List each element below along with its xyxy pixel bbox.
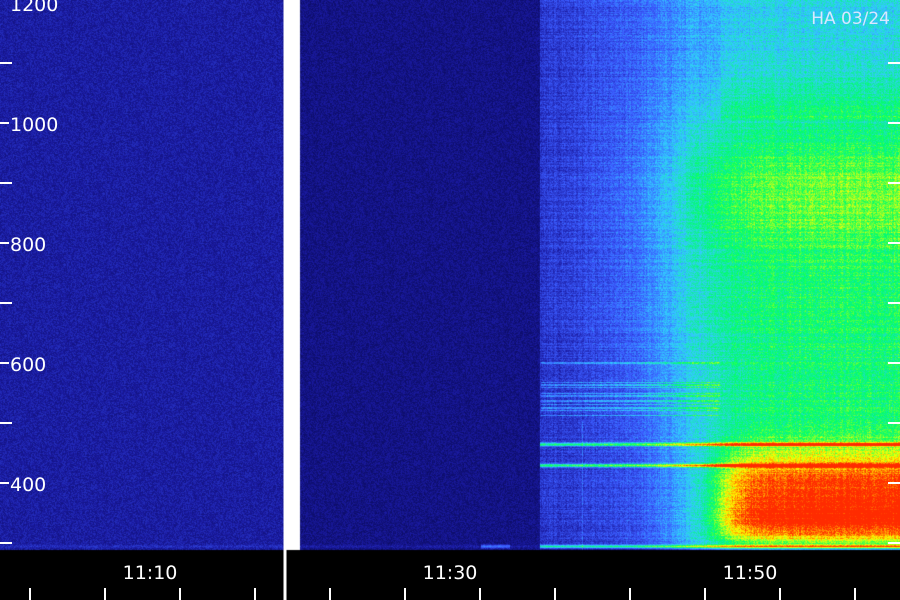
y-tick-label-600: 600 [10,354,46,376]
x-tick-label-1130: 11:30 [423,562,478,584]
x-axis [29,588,856,600]
date-label: HA 03/24 [811,9,890,29]
y-tick-label-1000: 1000 [10,114,58,136]
x-tick-label-1150: 11:50 [723,562,778,584]
y-tick-label-800: 800 [10,234,46,256]
y-tick-label-1200: 1200 [10,0,58,16]
spectrogram-axes: 400 600 800 1000 1200 11:10 11:30 11:50 … [0,0,900,600]
x-tick-label-1110: 11:10 [123,562,178,584]
y-tick-label-400: 400 [10,474,46,496]
y-axis-right [888,62,900,544]
